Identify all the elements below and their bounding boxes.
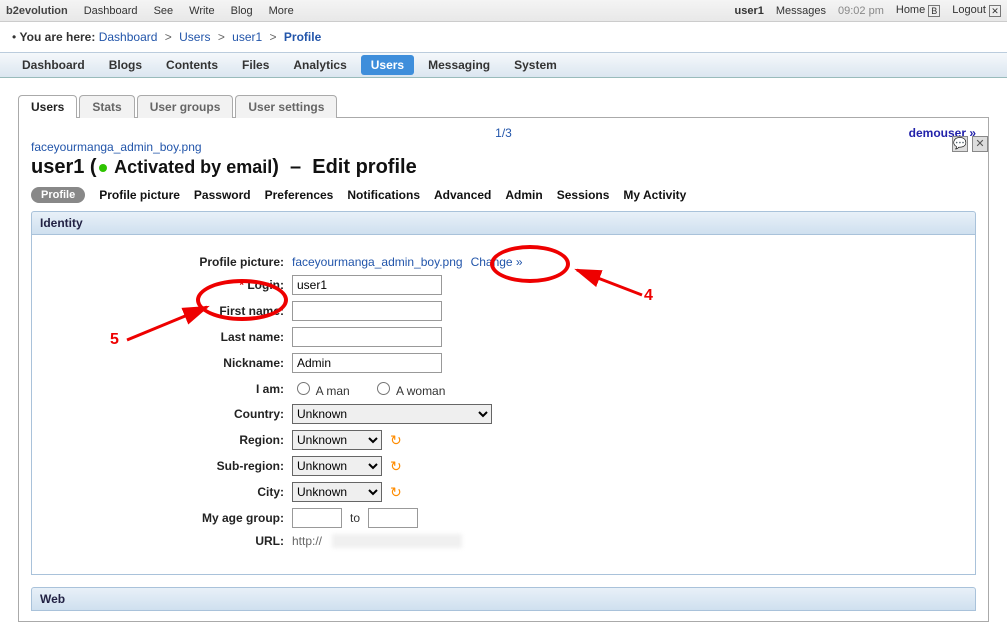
radio-woman-wrap[interactable]: A woman (372, 379, 445, 398)
nav-users[interactable]: Users (361, 55, 414, 75)
comment-icon[interactable]: 💬 (952, 136, 968, 152)
nav-contents[interactable]: Contents (156, 53, 228, 77)
pnav-admin[interactable]: Admin (505, 188, 542, 202)
profile-picture-filename[interactable]: faceyourmanga_admin_boy.png (292, 255, 463, 269)
region-select[interactable]: Unknown (292, 430, 382, 450)
pager-text: 1/3 (495, 126, 512, 140)
breadcrumb-user1[interactable]: user1 (232, 30, 262, 44)
section-identity-body: Profile picture: faceyourmanga_admin_boy… (31, 235, 976, 575)
change-picture-link[interactable]: Change » (471, 255, 523, 269)
user-subtabs: Users Stats User groups User settings (18, 94, 989, 118)
age-to-input[interactable] (368, 508, 418, 528)
section-identity-head: Identity (31, 211, 976, 235)
nav-blogs[interactable]: Blogs (99, 53, 152, 77)
evobar-time: 09:02 pm (838, 5, 884, 17)
label-last-name: Last name: (42, 330, 292, 344)
country-select[interactable]: Unknown (292, 404, 492, 424)
evobar-more[interactable]: More (269, 5, 294, 17)
main-nav: Dashboard Blogs Contents Files Analytics… (0, 52, 1007, 78)
pnav-password[interactable]: Password (194, 188, 251, 202)
nav-system[interactable]: System (504, 53, 567, 77)
login-input[interactable] (292, 275, 442, 295)
brand-label: b2evolution (6, 5, 68, 17)
section-web-head: Web (31, 587, 976, 611)
label-city: City: (42, 485, 292, 499)
home-icon: B (928, 5, 940, 17)
evobar-blog[interactable]: Blog (231, 5, 253, 17)
pager: 1/3 demouser » (31, 126, 976, 140)
radio-man-wrap[interactable]: A man (292, 379, 350, 398)
nickname-input[interactable] (292, 353, 442, 373)
age-from-input[interactable] (292, 508, 342, 528)
breadcrumb-users[interactable]: Users (179, 30, 210, 44)
evobar-home[interactable]: Home B (896, 4, 940, 16)
url-blurred (332, 534, 462, 548)
breadcrumb-current: Profile (284, 30, 321, 44)
url-proto: http:// (292, 534, 322, 548)
label-profile-picture: Profile picture: (42, 255, 292, 269)
user-panel: 1/3 demouser » 💬 ✕ faceyourmanga_admin_b… (18, 118, 989, 622)
avatar-file-link[interactable]: faceyourmanga_admin_boy.png (31, 140, 202, 154)
evobar-dashboard[interactable]: Dashboard (84, 5, 138, 17)
label-age: My age group: (42, 511, 292, 525)
pill-profile[interactable]: Profile (31, 187, 85, 203)
tab-users[interactable]: Users (18, 95, 77, 118)
refresh-subregion-icon[interactable]: ↻ (390, 458, 402, 475)
refresh-region-icon[interactable]: ↻ (390, 432, 402, 449)
close-icon[interactable]: ✕ (972, 136, 988, 152)
breadcrumb: • You are here: Dashboard > Users > user… (0, 22, 1007, 52)
nav-dashboard[interactable]: Dashboard (12, 53, 95, 77)
evobar-messages[interactable]: Messages (776, 5, 826, 17)
evobar-username[interactable]: user1 (735, 5, 764, 17)
pnav-my-activity[interactable]: My Activity (623, 188, 686, 202)
logout-icon: ✕ (989, 5, 1001, 17)
evobar-see[interactable]: See (154, 5, 174, 17)
label-nickname: Nickname: (42, 356, 292, 370)
first-name-input[interactable] (292, 301, 442, 321)
breadcrumb-label: You are here: (20, 30, 96, 44)
city-select[interactable]: Unknown (292, 482, 382, 502)
profile-subnav: Profile Profile picture Password Prefere… (31, 187, 976, 203)
pnav-preferences[interactable]: Preferences (265, 188, 334, 202)
top-toolbar: b2evolution Dashboard See Write Blog Mor… (0, 0, 1007, 22)
page-title: user1 ( Activated by email) – Edit profi… (31, 156, 976, 179)
tab-usergroups[interactable]: User groups (137, 95, 234, 118)
nav-files[interactable]: Files (232, 53, 279, 77)
label-first-name: First name: (42, 304, 292, 318)
evobar-logout[interactable]: Logout ✕ (952, 4, 1001, 16)
label-region: Region: (42, 433, 292, 447)
label-iam: I am: (42, 382, 292, 396)
age-to-word: to (350, 511, 360, 525)
pnav-profile-picture[interactable]: Profile picture (99, 188, 180, 202)
pnav-sessions[interactable]: Sessions (557, 188, 610, 202)
pnav-advanced[interactable]: Advanced (434, 188, 491, 202)
title-status: Activated by email (114, 157, 272, 177)
nav-messaging[interactable]: Messaging (418, 53, 500, 77)
refresh-city-icon[interactable]: ↻ (390, 484, 402, 501)
label-subregion: Sub-region: (42, 459, 292, 473)
title-user: user1 (31, 156, 84, 178)
evobar-write[interactable]: Write (189, 5, 214, 17)
pnav-notifications[interactable]: Notifications (347, 188, 420, 202)
last-name-input[interactable] (292, 327, 442, 347)
status-dot-icon (99, 164, 107, 172)
radio-woman[interactable] (377, 382, 390, 395)
tab-usersettings[interactable]: User settings (235, 95, 337, 118)
nav-analytics[interactable]: Analytics (283, 53, 356, 77)
subregion-select[interactable]: Unknown (292, 456, 382, 476)
label-login: Login: (247, 278, 284, 292)
breadcrumb-dashboard[interactable]: Dashboard (99, 30, 158, 44)
label-url: URL: (42, 534, 292, 548)
label-country: Country: (42, 407, 292, 421)
tab-stats[interactable]: Stats (79, 95, 134, 118)
title-action: Edit profile (312, 156, 416, 178)
radio-man[interactable] (297, 382, 310, 395)
